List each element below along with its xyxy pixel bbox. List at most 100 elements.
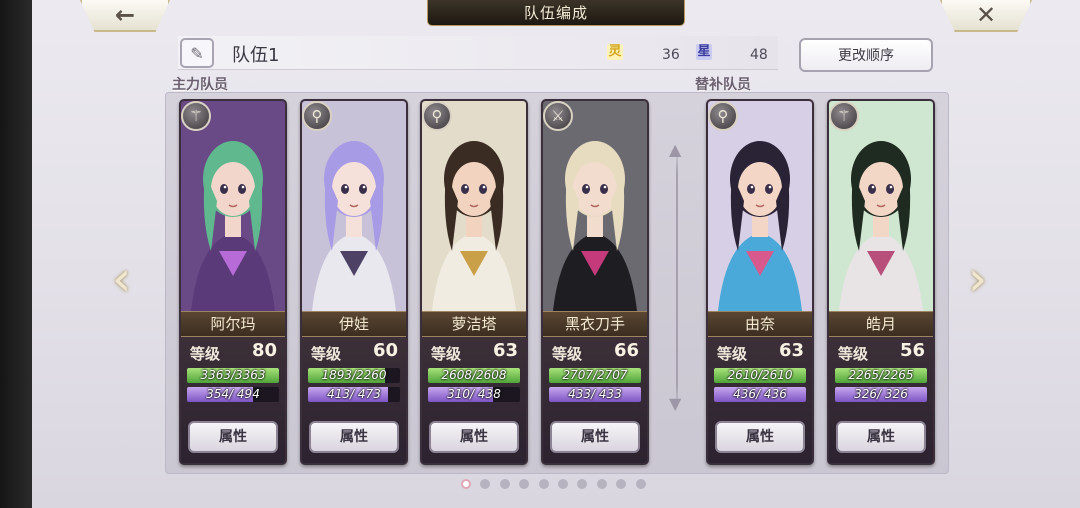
attributes-button[interactable]: 属性 bbox=[429, 421, 519, 453]
page-dot[interactable] bbox=[635, 479, 646, 489]
star-stat-value: 48 bbox=[750, 47, 768, 63]
character-name: 伊娃 bbox=[302, 311, 406, 337]
change-order-button[interactable]: 更改顺序 bbox=[799, 38, 933, 72]
level-value: 60 bbox=[372, 340, 398, 361]
character-name: 皓月 bbox=[829, 311, 933, 337]
attributes-button[interactable]: 属性 bbox=[188, 421, 278, 453]
page-dot[interactable] bbox=[480, 479, 491, 489]
mp-bar: 310/ 438 bbox=[428, 387, 520, 402]
wand-weapon-icon: ⚲ bbox=[422, 101, 452, 131]
level-value: 63 bbox=[778, 340, 804, 361]
back-arrow-icon: ← bbox=[114, 1, 136, 29]
hp-text: 1893/2260 bbox=[321, 368, 387, 382]
character-stats: 等级 66 2707/2707 433/ 433 属性 bbox=[543, 337, 647, 463]
character-portrait[interactable]: ⚔ bbox=[543, 101, 647, 311]
device-edge bbox=[0, 0, 32, 508]
hp-bar: 2707/2707 bbox=[549, 368, 641, 383]
character-stats: 等级 63 2608/2608 310/ 438 属性 bbox=[422, 337, 526, 463]
page-dot[interactable] bbox=[538, 479, 549, 489]
page-indicator bbox=[461, 478, 646, 490]
character-name: 黑衣刀手 bbox=[543, 311, 647, 337]
character-stats: 等级 60 1893/2260 413/ 473 属性 bbox=[302, 337, 406, 463]
hp-bar: 2610/2610 bbox=[714, 368, 806, 383]
quill-icon: ✎ bbox=[190, 43, 204, 63]
attributes-button[interactable]: 属性 bbox=[550, 421, 640, 453]
rename-team-button[interactable]: ✎ bbox=[180, 38, 214, 68]
hp-text: 2610/2610 bbox=[727, 368, 793, 382]
level-label: 等级 bbox=[311, 345, 342, 363]
hp-text: 2707/2707 bbox=[562, 368, 628, 382]
star-stat-icon: 星 bbox=[696, 44, 712, 60]
page-dot[interactable] bbox=[499, 479, 510, 489]
hp-bar: 1893/2260 bbox=[308, 368, 400, 383]
character-name: 萝洁塔 bbox=[422, 311, 526, 337]
level-label: 等级 bbox=[431, 345, 462, 363]
character-card[interactable]: ⚲ 由奈 等级 63 2610/2610 436/ 436 属性 bbox=[706, 99, 814, 465]
level-label: 等级 bbox=[552, 345, 583, 363]
divider-up-icon: ▲ bbox=[669, 140, 682, 159]
mp-text: 413/ 473 bbox=[327, 387, 381, 401]
character-portrait[interactable]: ⚚ bbox=[181, 101, 285, 311]
character-name: 阿尔玛 bbox=[181, 311, 285, 337]
page-title: 队伍编成 bbox=[427, 0, 685, 26]
mp-text: 310/ 438 bbox=[447, 387, 501, 401]
mp-text: 436/ 436 bbox=[733, 387, 787, 401]
character-stats: 等级 63 2610/2610 436/ 436 属性 bbox=[708, 337, 812, 463]
character-card[interactable]: ⚚ 皓月 等级 56 2265/2265 326/ 326 属性 bbox=[827, 99, 935, 465]
page-dot[interactable] bbox=[616, 479, 627, 489]
divider-down-icon: ▼ bbox=[669, 394, 682, 413]
staff-weapon-icon: ⚚ bbox=[829, 101, 859, 131]
mp-text: 326/ 326 bbox=[854, 387, 908, 401]
character-card[interactable]: ⚚ 阿尔玛 等级 80 3363/3363 354/ 494 属性 bbox=[179, 99, 287, 465]
character-stats: 等级 56 2265/2265 326/ 326 属性 bbox=[829, 337, 933, 463]
level-value: 80 bbox=[251, 340, 277, 361]
roster-divider bbox=[676, 148, 678, 410]
wand-weapon-icon: ⚲ bbox=[708, 101, 738, 131]
page-dot[interactable] bbox=[577, 479, 588, 489]
hp-text: 2608/2608 bbox=[441, 368, 507, 382]
hp-bar: 2265/2265 bbox=[835, 368, 927, 383]
mp-text: 354/ 494 bbox=[206, 387, 260, 401]
attributes-button[interactable]: 属性 bbox=[715, 421, 805, 453]
hp-text: 2265/2265 bbox=[848, 368, 914, 382]
spirit-stat-value: 36 bbox=[662, 47, 680, 63]
character-card[interactable]: ⚔ 黑衣刀手 等级 66 2707/2707 433/ 433 属性 bbox=[541, 99, 649, 465]
character-portrait[interactable]: ⚲ bbox=[422, 101, 526, 311]
character-stats: 等级 80 3363/3363 354/ 494 属性 bbox=[181, 337, 285, 463]
page-dot[interactable] bbox=[596, 479, 607, 489]
page-dot[interactable] bbox=[557, 479, 568, 489]
hp-bar: 3363/3363 bbox=[187, 368, 279, 383]
level-label: 等级 bbox=[717, 345, 748, 363]
mp-bar: 433/ 433 bbox=[549, 387, 641, 402]
level-value: 66 bbox=[613, 340, 639, 361]
wand-weapon-icon: ⚲ bbox=[302, 101, 332, 131]
level-label: 等级 bbox=[190, 345, 221, 363]
mp-text: 433/ 433 bbox=[568, 387, 622, 401]
substitute-members-label: 替补队员 bbox=[695, 77, 751, 93]
character-card[interactable]: ⚲ 萝洁塔 等级 63 2608/2608 310/ 438 属性 bbox=[420, 99, 528, 465]
level-value: 63 bbox=[492, 340, 518, 361]
page-dot[interactable] bbox=[461, 479, 471, 489]
mp-bar: 436/ 436 bbox=[714, 387, 806, 402]
main-members-label: 主力队员 bbox=[172, 77, 228, 93]
staff-weapon-icon: ⚚ bbox=[181, 101, 211, 131]
team-name: 队伍1 bbox=[232, 45, 280, 66]
close-button[interactable]: ✕ bbox=[940, 0, 1032, 32]
character-card[interactable]: ⚲ 伊娃 等级 60 1893/2260 413/ 473 属性 bbox=[300, 99, 408, 465]
mp-bar: 326/ 326 bbox=[835, 387, 927, 402]
attributes-button[interactable]: 属性 bbox=[836, 421, 926, 453]
character-name: 由奈 bbox=[708, 311, 812, 337]
page-dot[interactable] bbox=[519, 479, 530, 489]
hp-text: 3363/3363 bbox=[200, 368, 266, 382]
back-button[interactable]: ← bbox=[80, 0, 170, 32]
level-label: 等级 bbox=[838, 345, 869, 363]
mp-bar: 354/ 494 bbox=[187, 387, 279, 402]
character-portrait[interactable]: ⚲ bbox=[708, 101, 812, 311]
level-value: 56 bbox=[899, 340, 925, 361]
hp-bar: 2608/2608 bbox=[428, 368, 520, 383]
previous-page-arrow[interactable]: ‹ bbox=[112, 250, 142, 308]
character-portrait[interactable]: ⚲ bbox=[302, 101, 406, 311]
attributes-button[interactable]: 属性 bbox=[309, 421, 399, 453]
character-portrait[interactable]: ⚚ bbox=[829, 101, 933, 311]
next-page-arrow[interactable]: › bbox=[968, 250, 998, 308]
